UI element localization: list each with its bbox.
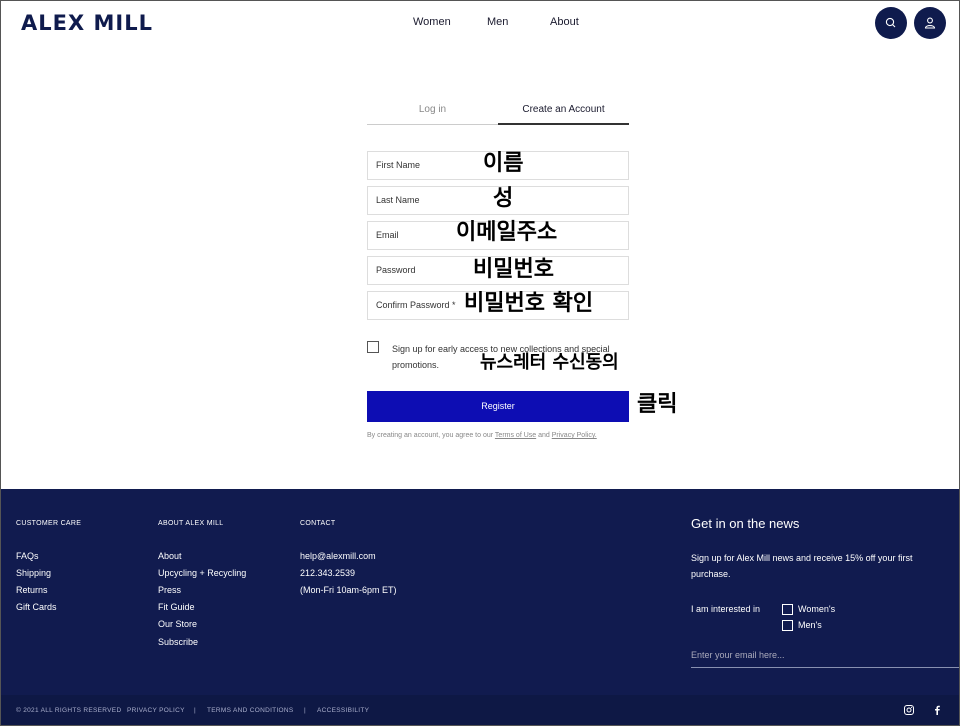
copyright: © 2021 ALL RIGHTS RESERVED — [16, 707, 122, 714]
site-footer: CUSTOMER CARE FAQs Shipping Returns Gift… — [1, 489, 959, 695]
interest-mens-checkbox[interactable] — [782, 620, 793, 631]
footer-link-our-store[interactable]: Our Store — [158, 619, 197, 629]
separator-1: | — [194, 707, 196, 714]
tab-login[interactable]: Log in — [367, 97, 498, 125]
contact-title: CONTACT — [300, 520, 336, 527]
terms-and: and — [538, 432, 550, 439]
footer-link-subscribe[interactable]: Subscribe — [158, 637, 198, 647]
account-tabs: Log in Create an Account — [367, 97, 629, 125]
footer-link-shipping[interactable]: Shipping — [16, 568, 51, 578]
interest-mens-label: Men's — [798, 620, 822, 630]
customer-care-title: CUSTOMER CARE — [16, 520, 82, 527]
contact-phone[interactable]: 212.343.2539 — [300, 568, 355, 578]
footer-link-fit-guide[interactable]: Fit Guide — [158, 602, 195, 612]
nav-about[interactable]: About — [550, 16, 579, 28]
footer-link-about[interactable]: About — [158, 551, 182, 561]
annotation-confirm-password: 비밀번호 확인 — [464, 291, 594, 316]
interest-label: I am interested in — [691, 604, 761, 614]
search-icon — [885, 17, 896, 28]
newsletter-title: Get in on the news — [691, 516, 800, 531]
terms-of-use-link[interactable]: Terms of Use — [495, 432, 536, 439]
site-header: ALEX MILL Women Men About — [1, 1, 959, 45]
annotation-first-name: 이름 — [483, 151, 524, 176]
tab-create-account[interactable]: Create an Account — [498, 97, 629, 125]
privacy-policy-footer-link[interactable]: PRIVACY POLICY — [127, 707, 185, 714]
instagram-icon[interactable] — [903, 704, 915, 716]
interest-womens-label: Women's — [798, 604, 836, 614]
interest-womens-checkbox[interactable] — [782, 604, 793, 615]
facebook-icon[interactable] — [931, 704, 943, 716]
annotation-email: 이메일주소 — [456, 220, 558, 245]
annotation-password: 비밀번호 — [473, 257, 554, 282]
account-button[interactable] — [914, 7, 946, 39]
contact-email-link[interactable]: help@alexmill.com — [300, 551, 376, 561]
footer-link-returns[interactable]: Returns — [16, 585, 48, 595]
contact-hours: (Mon-Fri 10am-6pm ET) — [300, 585, 397, 595]
footer-link-upcycling[interactable]: Upcycling + Recycling — [158, 568, 246, 578]
terms-conditions-link[interactable]: TERMS AND CONDITIONS — [207, 707, 294, 714]
terms-notice: By creating an account, you agree to our… — [367, 432, 597, 439]
nav-women[interactable]: Women — [413, 16, 451, 28]
footer-link-press[interactable]: Press — [158, 585, 181, 595]
logo[interactable]: ALEX MILL — [21, 11, 153, 35]
footer-link-gift-cards[interactable]: Gift Cards — [16, 602, 57, 612]
annotation-register: 클릭 — [637, 392, 678, 417]
separator-2: | — [304, 707, 306, 714]
nav-men[interactable]: Men — [487, 16, 508, 28]
newsletter-email-input[interactable]: Enter your email here... — [691, 646, 959, 668]
user-icon — [924, 17, 936, 29]
footer-link-faqs[interactable]: FAQs — [16, 551, 39, 561]
footer-bottom-bar: © 2021 ALL RIGHTS RESERVED PRIVACY POLIC… — [1, 695, 959, 725]
newsletter-checkbox[interactable] — [367, 341, 379, 353]
annotation-last-name: 성 — [493, 186, 514, 211]
about-title: ABOUT ALEX MILL — [158, 520, 224, 527]
newsletter-description: Sign up for Alex Mill news and receive 1… — [691, 553, 913, 579]
terms-prefix: By creating an account, you agree to our — [367, 432, 494, 439]
accessibility-link[interactable]: ACCESSIBILITY — [317, 707, 369, 714]
privacy-policy-link[interactable]: Privacy Policy. — [552, 432, 597, 439]
register-button[interactable]: Register — [367, 391, 629, 422]
annotation-newsletter: 뉴스레터 수신동의 — [480, 352, 619, 373]
search-button[interactable] — [875, 7, 907, 39]
